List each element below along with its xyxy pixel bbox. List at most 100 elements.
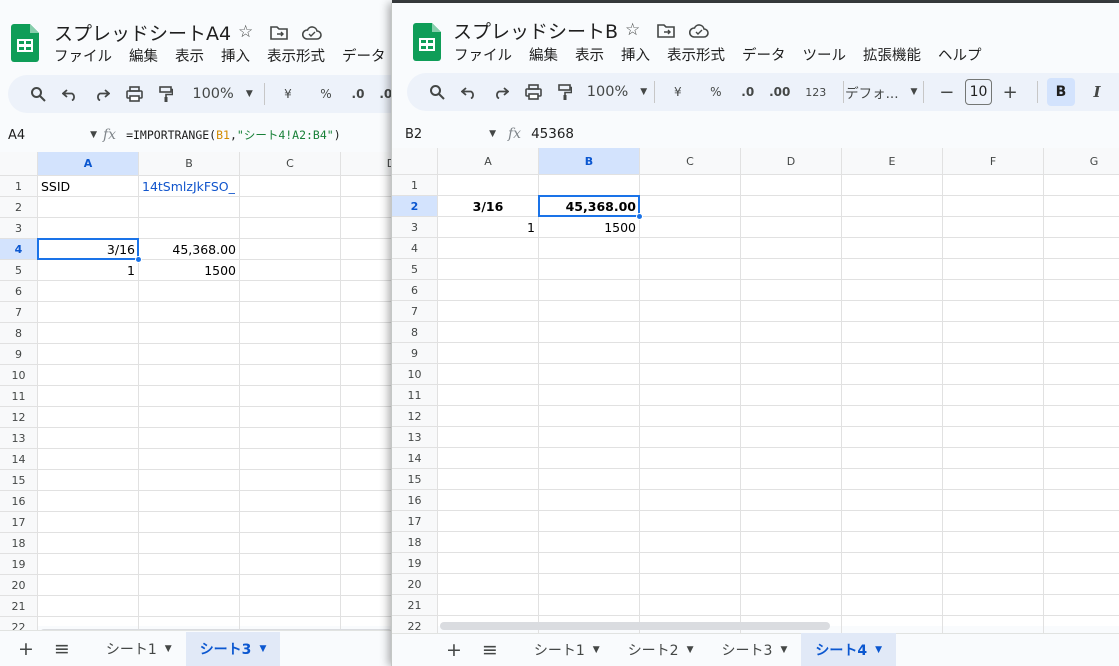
cell-a9[interactable]	[438, 343, 539, 364]
cell-b12[interactable]	[139, 407, 240, 428]
cell-d8[interactable]	[341, 323, 392, 344]
cell-b15[interactable]	[539, 469, 640, 490]
tab-sheet3[interactable]: シート3 ▼	[708, 633, 802, 666]
cell-a21[interactable]	[438, 595, 539, 616]
cell-g13[interactable]	[1044, 427, 1119, 448]
menu-file[interactable]: ファイル	[454, 44, 512, 65]
cell-a16[interactable]	[38, 491, 139, 512]
tab-sheet3[interactable]: シート3 ▼	[185, 631, 281, 666]
paint-format-icon[interactable]	[551, 78, 579, 106]
cell-d11[interactable]	[741, 385, 842, 406]
strikethrough-icon[interactable]	[1115, 78, 1119, 106]
font-family-select[interactable]: デフォ... ▼	[845, 78, 917, 106]
cell-d8[interactable]	[741, 322, 842, 343]
cell-a15[interactable]	[38, 470, 139, 491]
cell-c21[interactable]	[240, 596, 341, 617]
cell-a13[interactable]	[438, 427, 539, 448]
cell-d16[interactable]	[341, 491, 392, 512]
cell-grid[interactable]: A B C D E F G 1 2 3/16 45,368.00 3 1 1500 4 5 6 7 8 9 10 11 12…	[392, 148, 1119, 637]
cell-b3[interactable]	[139, 218, 240, 239]
row-header-5[interactable]: 5	[392, 259, 438, 280]
cell-f4[interactable]	[943, 238, 1044, 259]
cell-a11[interactable]	[38, 386, 139, 407]
cell-e12[interactable]	[842, 406, 943, 427]
row-header-15[interactable]: 15	[392, 469, 438, 490]
menu-edit[interactable]: 編集	[129, 45, 158, 66]
cell-e4[interactable]	[842, 238, 943, 259]
cell-a14[interactable]	[38, 449, 139, 470]
tab-sheet1[interactable]: シート1 ▼	[520, 633, 614, 666]
cell-g7[interactable]	[1044, 301, 1119, 322]
row-header-21[interactable]: 21	[392, 595, 438, 616]
cell-d2[interactable]	[341, 197, 392, 218]
cell-f19[interactable]	[943, 553, 1044, 574]
menu-format[interactable]: 表示形式	[667, 44, 725, 65]
redo-icon[interactable]	[487, 78, 515, 106]
cell-c13[interactable]	[640, 427, 741, 448]
fill-handle[interactable]	[636, 213, 643, 220]
cell-e17[interactable]	[842, 511, 943, 532]
row-header-8[interactable]: 8	[392, 322, 438, 343]
cell-c2[interactable]	[240, 197, 341, 218]
cell-b20[interactable]	[139, 575, 240, 596]
document-title[interactable]: スプレッドシートA4	[54, 19, 231, 46]
currency-format-button[interactable]: ¥	[664, 78, 692, 106]
cell-a7[interactable]	[38, 302, 139, 323]
menu-insert[interactable]: 挿入	[221, 45, 250, 66]
menu-edit[interactable]: 編集	[529, 44, 558, 65]
cell-c3[interactable]	[640, 217, 741, 238]
cell-a6[interactable]	[38, 281, 139, 302]
cell-g18[interactable]	[1044, 532, 1119, 553]
menu-view[interactable]: 表示	[175, 45, 204, 66]
cell-b13[interactable]	[539, 427, 640, 448]
cell-c11[interactable]	[240, 386, 341, 407]
percent-format-button[interactable]: %	[312, 80, 340, 108]
column-header-f[interactable]: F	[943, 148, 1044, 175]
menu-tools[interactable]: ツール	[803, 44, 847, 65]
cell-b8[interactable]	[539, 322, 640, 343]
zoom-select[interactable]: 100% ▼	[587, 78, 647, 106]
search-menus-icon[interactable]	[423, 78, 451, 106]
row-header-4[interactable]: 4	[0, 239, 38, 260]
row-header-10[interactable]: 10	[392, 364, 438, 385]
cell-c10[interactable]	[240, 365, 341, 386]
cell-d1[interactable]	[741, 175, 842, 196]
row-header-5[interactable]: 5	[0, 260, 38, 281]
row-header-15[interactable]: 15	[0, 470, 38, 491]
cell-g12[interactable]	[1044, 406, 1119, 427]
cell-g4[interactable]	[1044, 238, 1119, 259]
cell-f18[interactable]	[943, 532, 1044, 553]
cell-d12[interactable]	[341, 407, 392, 428]
cell-b18[interactable]	[139, 533, 240, 554]
cell-b13[interactable]	[139, 428, 240, 449]
row-header-8[interactable]: 8	[0, 323, 38, 344]
cell-c7[interactable]	[640, 301, 741, 322]
cell-f6[interactable]	[943, 280, 1044, 301]
increase-decimal-button[interactable]: .00	[766, 78, 794, 106]
cell-c17[interactable]	[640, 511, 741, 532]
column-header-b[interactable]: B	[139, 152, 240, 176]
cell-d3[interactable]	[741, 217, 842, 238]
cell-d18[interactable]	[741, 532, 842, 553]
cell-e6[interactable]	[842, 280, 943, 301]
row-header-18[interactable]: 18	[392, 532, 438, 553]
cell-f3[interactable]	[943, 217, 1044, 238]
menu-view[interactable]: 表示	[575, 44, 604, 65]
cell-a13[interactable]	[38, 428, 139, 449]
add-sheet-icon[interactable]: +	[446, 639, 462, 661]
decrease-font-size-button[interactable]: −	[933, 78, 961, 106]
horizontal-scrollbar[interactable]	[440, 622, 830, 630]
cell-b5[interactable]: 1500	[139, 260, 240, 281]
cell-a15[interactable]	[438, 469, 539, 490]
cell-d12[interactable]	[741, 406, 842, 427]
cell-g5[interactable]	[1044, 259, 1119, 280]
cell-g17[interactable]	[1044, 511, 1119, 532]
cell-a16[interactable]	[438, 490, 539, 511]
cell-b20[interactable]	[539, 574, 640, 595]
row-header-6[interactable]: 6	[392, 280, 438, 301]
cell-a10[interactable]	[438, 364, 539, 385]
cell-c6[interactable]	[240, 281, 341, 302]
cell-d21[interactable]	[741, 595, 842, 616]
cell-c9[interactable]	[640, 343, 741, 364]
paint-format-icon[interactable]	[152, 80, 180, 108]
